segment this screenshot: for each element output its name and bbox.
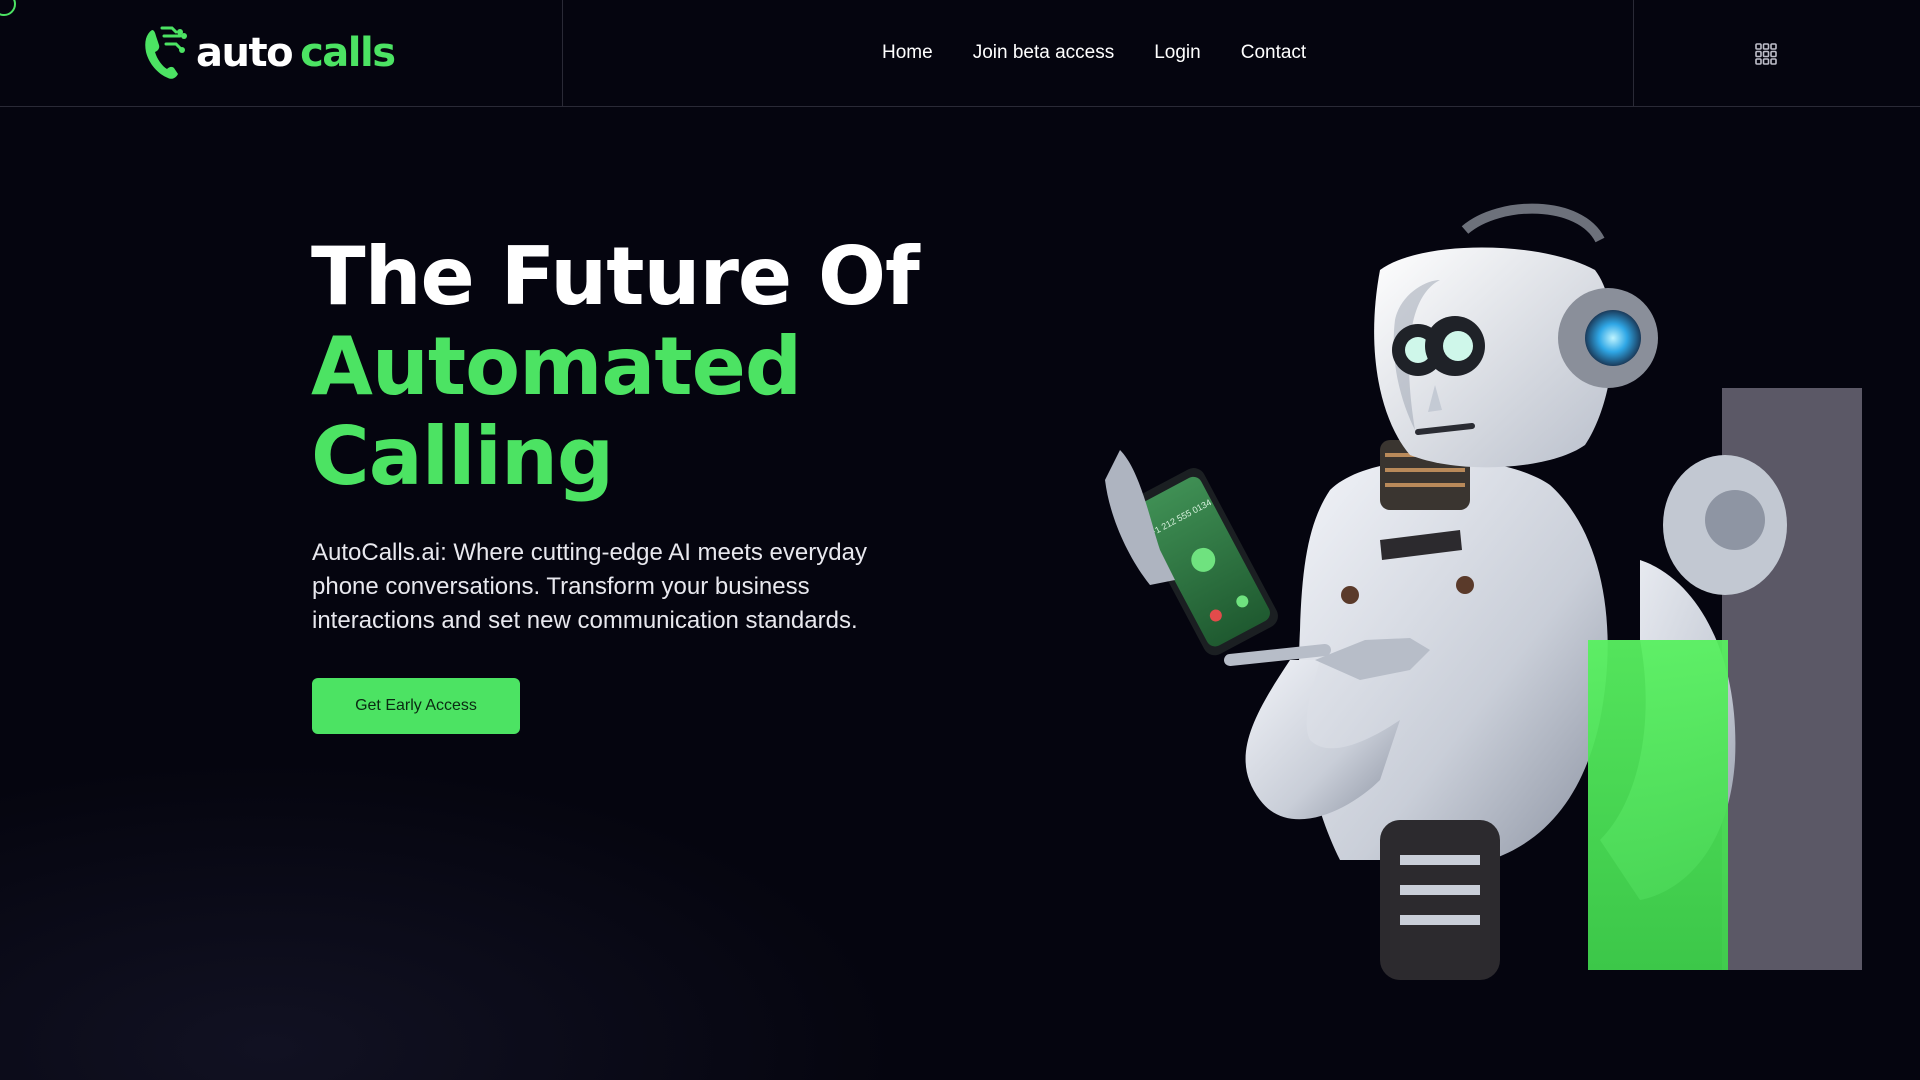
logo-wordmark: auto calls [196, 30, 396, 76]
hero-description: AutoCalls.ai: Where cutting-edge AI meet… [312, 539, 867, 634]
logo-text-calls: calls [300, 30, 396, 76]
header-divider-right [1633, 0, 1634, 107]
nav-home[interactable]: Home [882, 42, 933, 64]
site-header: auto calls Home Join beta access Login Co… [0, 0, 1920, 107]
hero-title-line-1: The Future Of [311, 230, 920, 323]
corner-ring-icon [0, 0, 16, 16]
header-divider-left [562, 0, 563, 107]
hero-title-line-2: Automated [311, 320, 802, 413]
decor-green-bar [1588, 640, 1728, 970]
hero-title-line-3: Calling [311, 410, 614, 503]
nav-login[interactable]: Login [1154, 42, 1201, 64]
main-nav: Home Join beta access Login Contact [882, 0, 1346, 106]
hero-title: The Future Of Automated Calling [311, 230, 920, 503]
phone-logo-icon [145, 26, 187, 79]
logo-text-auto: auto [196, 30, 294, 76]
background-glow [0, 760, 900, 1080]
grid-menu-icon[interactable] [1754, 42, 1778, 66]
logo[interactable]: auto calls [140, 24, 396, 82]
nav-join-beta[interactable]: Join beta access [973, 42, 1115, 64]
nav-contact[interactable]: Contact [1241, 42, 1306, 64]
robot-illustration: +1 212 555 0134 [1105, 203, 1787, 980]
get-early-access-button[interactable]: Get Early Access [312, 678, 520, 734]
